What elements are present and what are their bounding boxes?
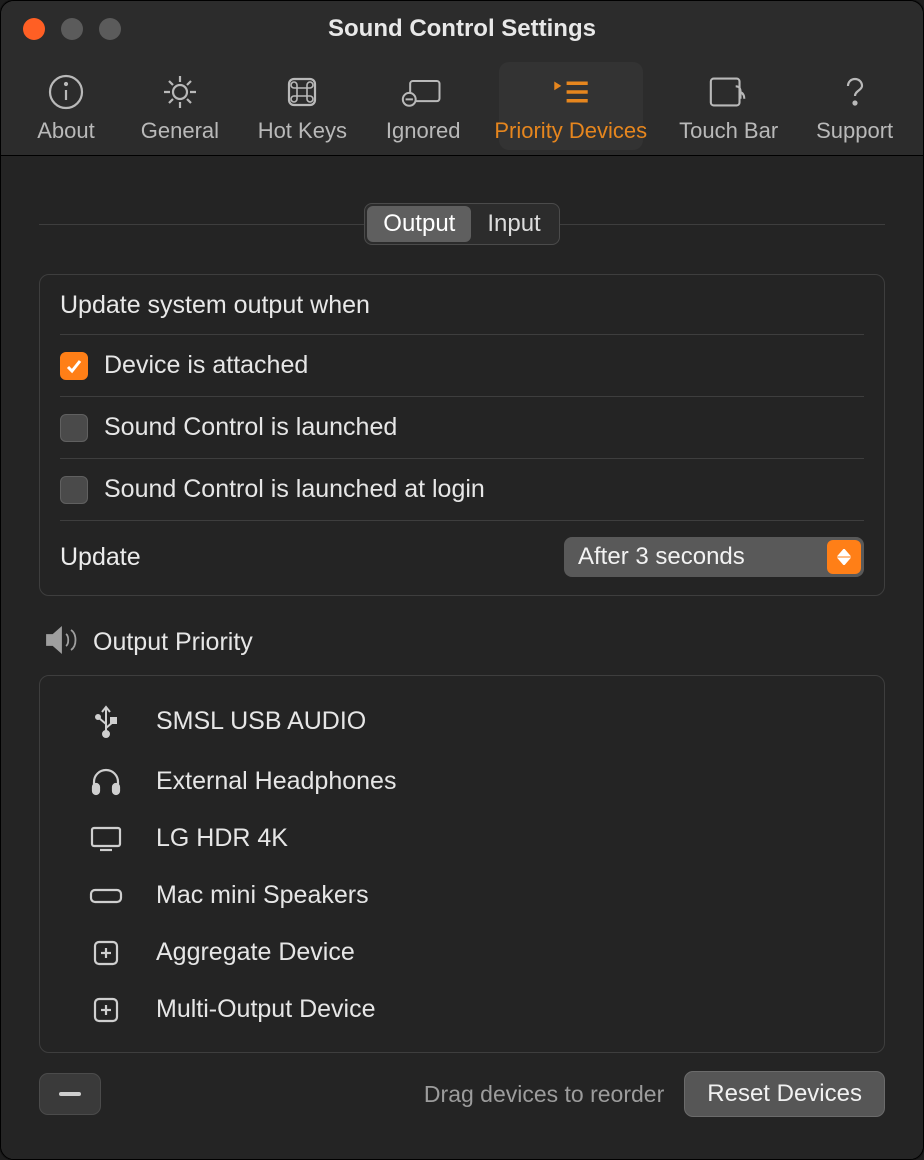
tab-label: About xyxy=(37,118,95,144)
update-when-panel: Update system output when Device is atta… xyxy=(39,274,885,596)
update-delay-label: Update xyxy=(60,543,141,572)
device-name: Mac mini Speakers xyxy=(156,881,369,910)
device-name: Aggregate Device xyxy=(156,938,355,967)
io-segment-row: Output Input xyxy=(39,202,885,246)
device-name: Multi-Output Device xyxy=(156,995,376,1024)
macmini-icon xyxy=(88,887,124,905)
headphones-icon xyxy=(88,766,124,796)
update-when-heading: Update system output when xyxy=(60,291,864,320)
output-priority-header: Output Priority xyxy=(45,626,885,659)
speaker-icon xyxy=(45,626,79,659)
content-area: Output Input Update system output when D… xyxy=(1,156,923,1159)
device-row[interactable]: Mac mini Speakers xyxy=(40,867,884,924)
tab-touchbar[interactable]: Touch Bar xyxy=(679,62,778,150)
tab-label: Touch Bar xyxy=(679,118,778,144)
tab-label: Hot Keys xyxy=(258,118,347,144)
minimize-window-button[interactable] xyxy=(61,18,83,40)
priority-list-icon xyxy=(549,70,593,114)
device-name: External Headphones xyxy=(156,767,396,796)
tab-priority-devices[interactable]: Priority Devices xyxy=(499,62,643,150)
toolbar: About General Hot Keys Ignored xyxy=(1,57,923,156)
segment-input[interactable]: Input xyxy=(471,206,556,242)
checkbox[interactable] xyxy=(60,476,88,504)
tab-about[interactable]: About xyxy=(29,62,103,150)
tab-hotkeys[interactable]: Hot Keys xyxy=(257,62,348,150)
device-name: LG HDR 4K xyxy=(156,824,288,853)
output-priority-title: Output Priority xyxy=(93,628,253,657)
tab-label: Ignored xyxy=(386,118,461,144)
window-title: Sound Control Settings xyxy=(1,15,923,43)
segment-output[interactable]: Output xyxy=(367,206,471,242)
tab-general[interactable]: General xyxy=(139,62,221,150)
check-row-device-attached[interactable]: Device is attached xyxy=(60,334,864,396)
device-row[interactable]: External Headphones xyxy=(40,752,884,810)
checkbox-label: Sound Control is launched xyxy=(104,413,397,442)
titlebar: Sound Control Settings xyxy=(1,1,923,57)
info-icon xyxy=(44,70,88,114)
io-segmented-control[interactable]: Output Input xyxy=(364,203,559,245)
tab-ignored[interactable]: Ignored xyxy=(384,62,463,150)
check-row-launched-at-login[interactable]: Sound Control is launched at login xyxy=(60,458,864,520)
device-row[interactable]: LG HDR 4K xyxy=(40,810,884,867)
checkbox-label: Sound Control is launched at login xyxy=(104,475,485,504)
device-row[interactable]: Multi-Output Device xyxy=(40,981,884,1038)
command-icon xyxy=(280,70,324,114)
update-delay-popup[interactable]: After 3 seconds xyxy=(564,537,864,577)
footer-row: Drag devices to reorder Reset Devices xyxy=(39,1071,885,1117)
checkbox[interactable] xyxy=(60,414,88,442)
popup-stepper-icon xyxy=(827,540,861,574)
tab-label: Priority Devices xyxy=(494,118,647,144)
device-list-panel: SMSL USB AUDIO External Headphones xyxy=(39,675,885,1053)
zoom-window-button[interactable] xyxy=(99,18,121,40)
checkbox[interactable] xyxy=(60,352,88,380)
update-delay-row: Update After 3 seconds xyxy=(60,520,864,587)
plusbox-icon xyxy=(88,939,124,967)
device-row[interactable]: SMSL USB AUDIO xyxy=(40,690,884,752)
tab-label: General xyxy=(141,118,219,144)
update-delay-value: After 3 seconds xyxy=(578,543,745,571)
usb-icon xyxy=(88,704,124,738)
question-icon xyxy=(833,70,877,114)
traffic-lights xyxy=(1,18,121,40)
device-row[interactable]: Aggregate Device xyxy=(40,924,884,981)
remove-device-button[interactable] xyxy=(39,1073,101,1115)
close-window-button[interactable] xyxy=(23,18,45,40)
device-name: SMSL USB AUDIO xyxy=(156,707,366,736)
checkbox-label: Device is attached xyxy=(104,351,308,380)
display-icon xyxy=(88,825,124,853)
tab-support[interactable]: Support xyxy=(814,62,895,150)
tab-label: Support xyxy=(816,118,893,144)
plusbox-icon xyxy=(88,996,124,1024)
ignored-icon xyxy=(401,70,445,114)
reorder-hint: Drag devices to reorder xyxy=(424,1081,664,1108)
touchbar-icon xyxy=(707,70,751,114)
settings-window: Sound Control Settings About General Hot… xyxy=(0,0,924,1160)
reset-devices-button[interactable]: Reset Devices xyxy=(684,1071,885,1117)
gear-icon xyxy=(158,70,202,114)
check-row-launched[interactable]: Sound Control is launched xyxy=(60,396,864,458)
